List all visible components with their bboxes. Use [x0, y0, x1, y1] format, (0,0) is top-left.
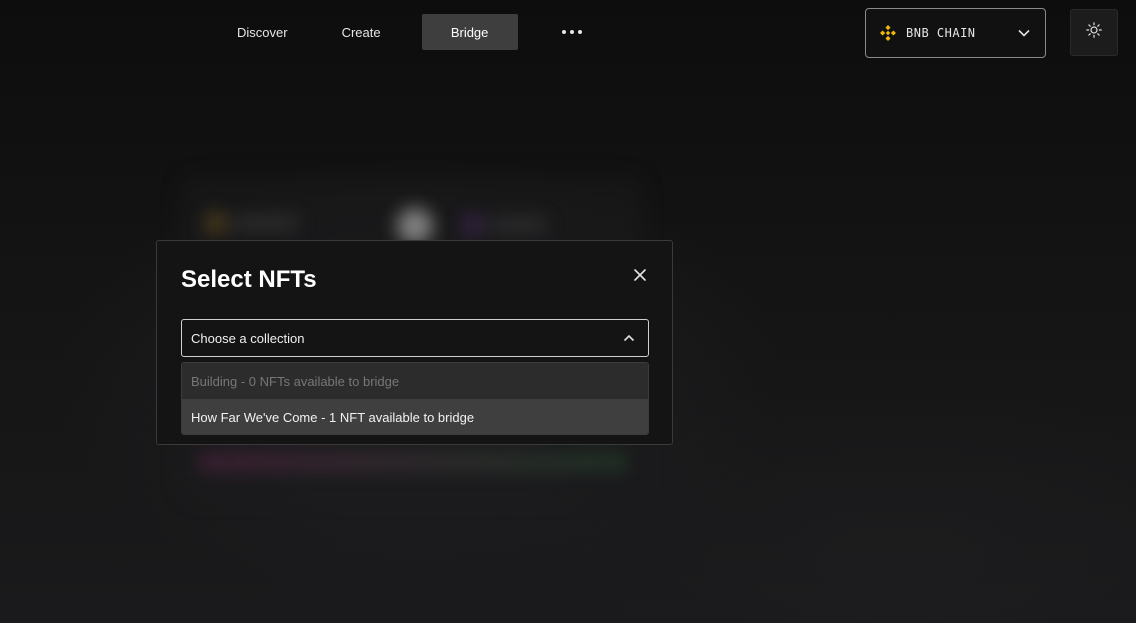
background-blur-shape	[488, 218, 548, 232]
select-nfts-modal: Select NFTs Choose a collection Building…	[156, 240, 673, 445]
modal-title: Select NFTs	[181, 266, 317, 293]
background-blur-shape	[397, 208, 433, 244]
bnb-logo-icon	[880, 25, 896, 41]
collection-option-how-far-weve-come[interactable]: How Far We've Come - 1 NFT available to …	[182, 399, 648, 434]
chain-selector[interactable]: BNB CHAIN	[865, 8, 1046, 58]
nav-item-discover[interactable]: Discover	[210, 14, 315, 50]
sun-icon	[1086, 22, 1102, 43]
background-blur-shape	[230, 216, 300, 230]
background-blur-shape	[462, 214, 484, 236]
collection-option-building: Building - 0 NFTs available to bridge	[182, 363, 648, 399]
more-menu-button[interactable]	[552, 14, 592, 50]
background-blur-shape	[205, 212, 227, 234]
chevron-down-icon	[1017, 26, 1031, 40]
collection-dropdown: Building - 0 NFTs available to bridge Ho…	[181, 362, 649, 435]
background-blur-button	[198, 452, 628, 472]
top-nav: Discover Create Bridge	[210, 14, 592, 50]
chevron-up-icon	[622, 331, 636, 345]
nav-item-bridge[interactable]: Bridge	[421, 14, 518, 50]
close-button[interactable]	[631, 266, 649, 284]
collection-select-value: Choose a collection	[191, 330, 305, 346]
nav-item-create[interactable]: Create	[315, 14, 408, 50]
close-icon	[634, 269, 646, 281]
theme-toggle-button[interactable]	[1070, 9, 1118, 56]
bridge-page: Discover Create Bridge BNB CHAIN Select …	[0, 0, 1136, 623]
collection-select[interactable]: Choose a collection	[181, 319, 649, 357]
more-horizontal-icon	[561, 30, 582, 34]
chain-label: BNB CHAIN	[906, 26, 976, 40]
